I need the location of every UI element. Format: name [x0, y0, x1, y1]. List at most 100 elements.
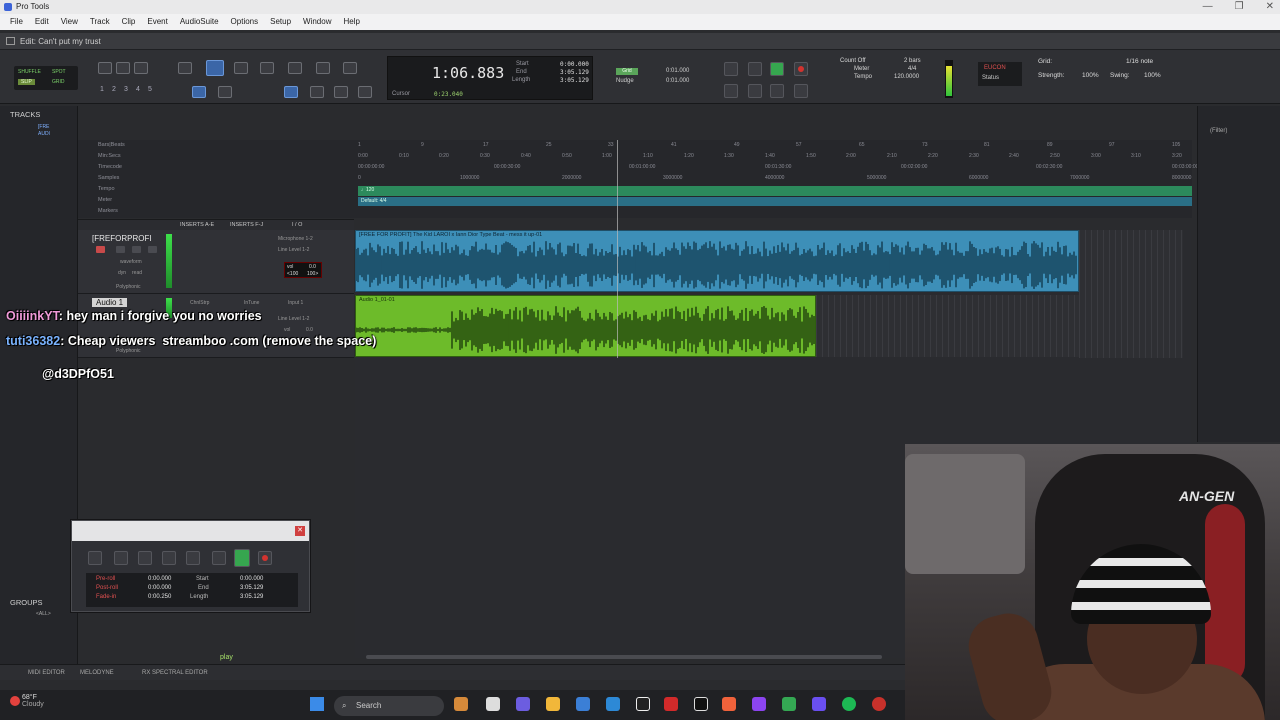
grid-value[interactable]: 0:01.000 — [666, 68, 689, 74]
track-1-input[interactable]: Microphone 1-2 — [278, 236, 313, 242]
track-1-vol-value[interactable]: 0.0 — [309, 264, 316, 270]
bars-value[interactable]: 2 bars — [904, 58, 921, 64]
zoom-wave-icon[interactable] — [116, 62, 130, 74]
menu-file[interactable]: File — [4, 14, 29, 30]
automation-follows-icon[interactable] — [358, 86, 372, 98]
stop-button[interactable] — [748, 62, 762, 76]
tw-start-value[interactable]: 0:00.000 — [240, 576, 263, 582]
grid-note-value[interactable]: 1/16 note — [1126, 58, 1153, 65]
time-signature-value[interactable]: 4/4 — [908, 66, 916, 72]
transport-play-button[interactable] — [234, 549, 250, 567]
return-to-zero-button[interactable] — [724, 84, 738, 98]
menu-setup[interactable]: Setup — [264, 14, 297, 30]
track-1-pan-right[interactable]: 100> — [307, 271, 318, 277]
insertion-follows-playback-icon[interactable] — [284, 86, 298, 98]
track-1-view-mode[interactable]: waveform — [120, 259, 142, 265]
zoom-preset-5[interactable]: 5 — [148, 86, 152, 93]
scrubber-tool-icon[interactable] — [316, 62, 330, 74]
zoom-preset-icon[interactable] — [178, 62, 192, 74]
x-icon[interactable] — [694, 697, 708, 711]
empty-grid-region-2[interactable] — [816, 295, 1079, 357]
grabber-tool-icon[interactable] — [288, 62, 302, 74]
track-2-input[interactable]: Input 1 — [288, 300, 303, 306]
pre-roll-value[interactable]: 0:00.000 — [148, 576, 171, 582]
zoom-in-icon[interactable] — [134, 62, 148, 74]
ruler-min-secs[interactable]: Min:Secs — [98, 153, 121, 159]
track-header-2[interactable]: Audio 1 ChnlStrp InTune Input 1 Line Lev… — [78, 294, 354, 358]
windows-start-icon[interactable] — [310, 697, 324, 711]
empty-grid-region[interactable] — [1079, 230, 1183, 358]
midi-editor-tab[interactable]: MIDI EDITOR — [28, 665, 65, 681]
clip-filter-input[interactable]: (Filter) — [1210, 128, 1227, 134]
track-2-name[interactable]: Audio 1 — [92, 298, 128, 307]
weather-widget[interactable]: 68°F Cloudy — [22, 694, 44, 708]
transport-rtz-button[interactable] — [114, 551, 128, 565]
menu-audiosuite[interactable]: AudioSuite — [174, 14, 225, 30]
melodyne-tab[interactable]: MELODYNE — [80, 665, 114, 681]
link-track-icon[interactable] — [218, 86, 232, 98]
online-button[interactable] — [724, 62, 738, 76]
pencil-tool-icon[interactable] — [343, 62, 357, 74]
play-button[interactable] — [770, 62, 784, 76]
zoomer-tool-icon[interactable] — [206, 60, 224, 76]
tw-length-value[interactable]: 3:05.129 — [240, 594, 263, 600]
grid-nudge-display[interactable]: Grid Nudge 0:01.000 0:01.000 — [612, 62, 706, 92]
menu-options[interactable]: Options — [225, 14, 265, 30]
menu-edit[interactable]: Edit — [29, 14, 55, 30]
track-1-output[interactable]: Line Level 1-2 — [278, 247, 309, 253]
main-counter[interactable]: 1:06.883 Start End Length 0:00.000 3:05.… — [387, 56, 593, 100]
spotify-icon[interactable] — [842, 697, 856, 711]
pinned-app-icon-3[interactable] — [516, 697, 530, 711]
track-list-item-1[interactable]: [FRE — [38, 124, 49, 130]
track-1-automation[interactable]: read — [132, 270, 142, 276]
length-value[interactable]: 3:05.129 — [560, 77, 589, 84]
edit-mode-selector[interactable]: SHUFFLE SPOT SLIP GRID — [14, 66, 78, 90]
pinned-app-icon-1[interactable] — [454, 697, 468, 711]
tempo-lane[interactable]: ♩120 — [358, 186, 1192, 196]
file-explorer-icon[interactable] — [546, 697, 560, 711]
track-2-insert-a[interactable]: ChnlStrp — [190, 300, 209, 306]
zoom-preset-3[interactable]: 3 — [124, 86, 128, 93]
fast-forward-button[interactable] — [770, 84, 784, 98]
transport-stop-button[interactable] — [212, 551, 226, 565]
samples-ruler[interactable]: 0 1000000 2000000 3000000 4000000 5000000 6000… — [358, 175, 1192, 185]
rewind-button[interactable] — [748, 84, 762, 98]
grid-label[interactable]: Grid — [616, 68, 638, 75]
discord-icon[interactable] — [812, 697, 826, 711]
groups-header[interactable]: GROUPS — [10, 598, 43, 607]
ruler-samples[interactable]: Samples — [98, 175, 119, 181]
track-1-vol-pan[interactable]: vol 0.0 <100 100> — [284, 262, 322, 278]
grid-mode-button[interactable]: GRID — [52, 79, 65, 85]
ruler-tempo[interactable]: Tempo — [98, 186, 115, 192]
track-1-name[interactable]: [FREFORPROFI — [92, 234, 152, 243]
end-value[interactable]: 3:05.129 — [560, 69, 589, 76]
menu-view[interactable]: View — [55, 14, 84, 30]
groups-all-item[interactable]: <ALL> — [36, 611, 51, 617]
meter-lane[interactable]: Default: 4/4 — [358, 197, 1192, 206]
transport-window-titlebar[interactable]: ✕ — [72, 521, 309, 541]
slip-mode-button[interactable]: SLIP — [18, 79, 35, 85]
nudge-label[interactable]: Nudge — [616, 78, 634, 84]
count-off-label[interactable]: Count Off — [840, 58, 866, 64]
rx-spectral-editor-tab[interactable]: RX SPECTRAL EDITOR — [142, 665, 208, 681]
amazon-icon[interactable] — [636, 697, 650, 711]
go-to-end-button[interactable] — [794, 84, 808, 98]
track-2-output[interactable]: Line Level 1-2 — [278, 316, 309, 322]
selector-tool-icon[interactable] — [260, 62, 274, 74]
pinned-app-icon-2[interactable] — [486, 697, 500, 711]
tempo-meter-display[interactable]: Count Off Meter Tempo 2 bars 4/4 120.000… — [836, 58, 934, 86]
tw-end-value[interactable]: 3:05.129 — [240, 585, 263, 591]
menu-event[interactable]: Event — [141, 14, 173, 30]
menu-help[interactable]: Help — [337, 14, 365, 30]
pre-roll-label[interactable]: Pre-roll — [96, 576, 115, 582]
vocal-audio-clip[interactable]: Audio 1_01-01 — [355, 295, 816, 357]
beat-audio-clip[interactable]: [FREE FOR PROFIT] The Kid LAROI x Iann D… — [355, 230, 1079, 292]
store-icon[interactable] — [576, 697, 590, 711]
track-1-record-button[interactable] — [96, 246, 105, 253]
fade-in-value[interactable]: 0:00.250 — [148, 594, 171, 600]
track-header-1[interactable]: [FREFORPROFI waveform dyn read Polyphoni… — [78, 230, 354, 294]
edge-icon[interactable] — [606, 697, 620, 711]
post-roll-label[interactable]: Post-roll — [96, 585, 118, 591]
track-1-voice[interactable]: Polyphonic — [116, 284, 140, 290]
ruler-markers[interactable]: Markers — [98, 208, 118, 214]
